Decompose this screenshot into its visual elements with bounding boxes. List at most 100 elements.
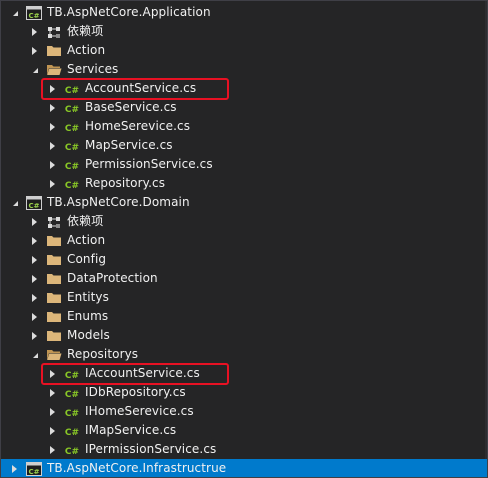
folder-icon (46, 252, 62, 268)
tree-item-ihomeserevice-cs[interactable]: C# IHomeSerevice.cs (1, 402, 487, 421)
svg-text:C#: C# (28, 468, 39, 476)
svg-text:C#: C# (65, 181, 79, 190)
collapsed-arrow-icon[interactable] (47, 421, 57, 440)
tree-item-label: IDbRepository.cs (85, 385, 186, 399)
tree-item-label: Enums (67, 309, 109, 323)
collapsed-arrow-icon[interactable] (47, 98, 57, 117)
tree-item-idbrepository-cs[interactable]: C# IDbRepository.cs (1, 383, 487, 402)
svg-text:C#: C# (28, 202, 39, 210)
tree-item-imapservice-cs[interactable]: C# IMapService.cs (1, 421, 487, 440)
svg-text:C#: C# (28, 12, 39, 20)
tree-item-tb-aspnetcore-application[interactable]: C# TB.AspNetCore.Application (1, 3, 487, 22)
folder-open-icon (46, 62, 62, 78)
svg-text:C#: C# (65, 162, 79, 171)
tree-item-label: Repository.cs (85, 176, 166, 190)
dependencies-icon (46, 214, 62, 230)
tree-item-iaccountservice-cs[interactable]: C# IAccountService.cs (1, 364, 487, 383)
folder-icon (46, 271, 62, 287)
tree-item-mapservice-cs[interactable]: C# MapService.cs (1, 136, 487, 155)
svg-text:C#: C# (65, 143, 79, 152)
tree-item-label: IPermissionService.cs (85, 442, 217, 456)
collapsed-arrow-icon[interactable] (47, 174, 57, 193)
dependencies-icon (46, 24, 62, 40)
tree-item-dependencies[interactable]: 依赖项 (1, 212, 487, 231)
collapsed-arrow-icon[interactable] (29, 22, 39, 41)
collapsed-arrow-icon[interactable] (29, 231, 39, 250)
tree-item-action[interactable]: Action (1, 231, 487, 250)
tree-item-action[interactable]: Action (1, 41, 487, 60)
collapsed-arrow-icon[interactable] (47, 402, 57, 421)
tree-item-label: Models (67, 328, 110, 342)
collapsed-arrow-icon[interactable] (47, 383, 57, 402)
tree-item-homeserevice-cs[interactable]: C# HomeSerevice.cs (1, 117, 487, 136)
tree-item-dataprotection[interactable]: DataProtection (1, 269, 487, 288)
tree-item-dependencies[interactable]: 依赖项 (1, 22, 487, 41)
collapsed-arrow-icon[interactable] (29, 326, 39, 345)
collapsed-arrow-icon[interactable] (29, 288, 39, 307)
tree-item-baseservice-cs[interactable]: C# BaseService.cs (1, 98, 487, 117)
collapsed-arrow-icon[interactable] (9, 459, 19, 477)
csharp-file-icon: C# (64, 157, 80, 173)
tree-item-label: Services (67, 62, 119, 76)
tree-item-permissionservice-cs[interactable]: C# PermissionService.cs (1, 155, 487, 174)
svg-text:C#: C# (65, 86, 79, 95)
expanded-arrow-icon[interactable] (29, 345, 39, 364)
tree-item-entitys[interactable]: Entitys (1, 288, 487, 307)
tree-item-repository-cs[interactable]: C# Repository.cs (1, 174, 487, 193)
collapsed-arrow-icon[interactable] (47, 117, 57, 136)
tree-item-config[interactable]: Config (1, 250, 487, 269)
tree-item-tb-aspnetcore-domain[interactable]: C# TB.AspNetCore.Domain (1, 193, 487, 212)
collapsed-arrow-icon[interactable] (47, 364, 57, 383)
csharp-file-icon: C# (64, 176, 80, 192)
svg-text:C#: C# (65, 371, 79, 380)
collapsed-arrow-icon[interactable] (29, 41, 39, 60)
expanded-arrow-icon[interactable] (9, 3, 19, 22)
folder-icon (46, 328, 62, 344)
csharp-file-icon: C# (64, 385, 80, 401)
tree-item-tb-aspnetcore-infrastructrue[interactable]: C# TB.AspNetCore.Infrastructrue (1, 459, 487, 477)
svg-text:C#: C# (65, 105, 79, 114)
tree-item-label: AccountService.cs (85, 81, 197, 95)
tree-item-label: Repositorys (67, 347, 139, 361)
svg-text:C#: C# (65, 428, 79, 437)
csharp-project-icon: C# (26, 5, 42, 21)
csharp-file-icon: C# (64, 119, 80, 135)
collapsed-arrow-icon[interactable] (47, 155, 57, 174)
tree-item-repositorys[interactable]: Repositorys (1, 345, 487, 364)
tree-item-label: TB.AspNetCore.Infrastructrue (47, 461, 227, 475)
tree-item-label: TB.AspNetCore.Domain (47, 195, 190, 209)
tree-item-label: Config (67, 252, 107, 266)
collapsed-arrow-icon[interactable] (47, 440, 57, 459)
folder-open-icon (46, 347, 62, 363)
tree-item-label: HomeSerevice.cs (85, 119, 191, 133)
csharp-file-icon: C# (64, 138, 80, 154)
csharp-project-icon: C# (26, 195, 42, 211)
csharp-file-icon: C# (64, 81, 80, 97)
csharp-file-icon: C# (64, 423, 80, 439)
tree-item-label: MapService.cs (85, 138, 173, 152)
tree-item-label: IAccountService.cs (85, 366, 200, 380)
tree-item-accountservice-cs[interactable]: C# AccountService.cs (1, 79, 487, 98)
csharp-file-icon: C# (64, 100, 80, 116)
folder-icon (46, 233, 62, 249)
tree-item-label: 依赖项 (67, 24, 104, 38)
solution-explorer-tree: C# TB.AspNetCore.Application 依赖项 Action Serv… (0, 0, 488, 478)
tree-item-label: IHomeSerevice.cs (85, 404, 194, 418)
tree-item-models[interactable]: Models (1, 326, 487, 345)
tree-item-label: Action (67, 43, 106, 57)
collapsed-arrow-icon[interactable] (29, 250, 39, 269)
svg-text:C#: C# (65, 124, 79, 133)
collapsed-arrow-icon[interactable] (47, 79, 57, 98)
collapsed-arrow-icon[interactable] (29, 212, 39, 231)
collapsed-arrow-icon[interactable] (47, 136, 57, 155)
tree-item-label: Entitys (67, 290, 109, 304)
collapsed-arrow-icon[interactable] (29, 307, 39, 326)
collapsed-arrow-icon[interactable] (29, 269, 39, 288)
expanded-arrow-icon[interactable] (9, 193, 19, 212)
csharp-file-icon: C# (64, 366, 80, 382)
tree-item-label: BaseService.cs (85, 100, 177, 114)
tree-item-enums[interactable]: Enums (1, 307, 487, 326)
tree-item-ipermissionservice-cs[interactable]: C# IPermissionService.cs (1, 440, 487, 459)
tree-item-services[interactable]: Services (1, 60, 487, 79)
expanded-arrow-icon[interactable] (29, 60, 39, 79)
